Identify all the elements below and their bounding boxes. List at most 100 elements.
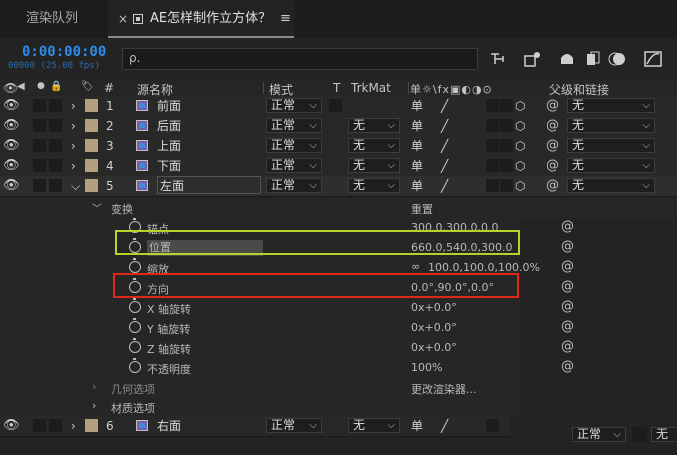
- layer-row-4[interactable]: 👁 › 4 下面 正常 ⌵ 无 ⌵ 单 ╱ ⬡ @ 无 ⌵: [0, 156, 677, 177]
- trkmat-dropdown[interactable]: 无 ⌵: [348, 178, 400, 193]
- 3d-layer-cube-icon[interactable]: ⬡: [515, 136, 525, 156]
- layer-row-5[interactable]: 👁 ⌵ 5 左面 正常 ⌵ 无 ⌵ 单 ╱ ⬡ @ 无 ⌵: [0, 176, 677, 197]
- quality-switch-icon[interactable]: ╱: [441, 96, 448, 116]
- solo-toggle[interactable]: [33, 119, 46, 132]
- material-expand-arrow[interactable]: ›: [92, 399, 96, 412]
- layer-name[interactable]: 后面: [157, 116, 181, 136]
- solo-toggle[interactable]: [33, 99, 46, 112]
- motion-blur-toggle[interactable]: [500, 99, 513, 112]
- visibility-eye-icon[interactable]: 👁: [3, 156, 20, 176]
- layer-name[interactable]: 下面: [157, 156, 181, 176]
- pick-whip-icon[interactable]: @: [546, 176, 559, 196]
- current-time-display[interactable]: 0:00:00:00: [22, 44, 106, 60]
- label-color-swatch[interactable]: [85, 119, 98, 132]
- toggle-switch-box[interactable]: [632, 427, 647, 442]
- transform-collapse-arrow[interactable]: ﹀: [92, 200, 102, 215]
- shy-switch-icon[interactable]: 单: [411, 176, 423, 196]
- lock-toggle[interactable]: [49, 139, 62, 152]
- blend-mode-dropdown[interactable]: 正常 ⌵: [266, 158, 322, 173]
- shy-layers-icon[interactable]: [561, 54, 573, 64]
- layer-row-2[interactable]: 👁 › 2 后面 正常 ⌵ 无 ⌵ 单 ╱ ⬡ @ 无 ⌵: [0, 116, 677, 137]
- solo-header-icon[interactable]: ●: [37, 81, 45, 91]
- expression-pickwhip-icon[interactable]: @: [561, 219, 574, 234]
- quality-switch-icon[interactable]: ╱: [441, 116, 448, 136]
- motion-blur-toggle[interactable]: [500, 119, 513, 132]
- lock-toggle[interactable]: [49, 179, 62, 192]
- pick-whip-icon[interactable]: @: [546, 96, 559, 116]
- label-color-swatch[interactable]: [85, 99, 98, 112]
- visibility-eye-icon[interactable]: 👁: [3, 116, 20, 136]
- trkmat-dropdown[interactable]: 无 ⌵: [348, 138, 400, 153]
- close-icon[interactable]: ×: [118, 0, 128, 38]
- change-renderer-link[interactable]: 更改渲染器...: [411, 381, 477, 397]
- shy-switch-icon[interactable]: 单: [411, 156, 423, 176]
- motion-blur-icon[interactable]: [608, 52, 625, 66]
- property-value[interactable]: 0x+0.0°: [411, 301, 457, 314]
- expand-arrow[interactable]: ›: [71, 156, 76, 176]
- 3d-layer-cube-icon[interactable]: ⬡: [515, 96, 525, 116]
- layer-name[interactable]: 左面: [157, 176, 261, 194]
- expression-pickwhip-icon[interactable]: @: [561, 259, 574, 274]
- draft-3d-icon[interactable]: [524, 52, 540, 67]
- motion-blur-toggle[interactable]: [500, 139, 513, 152]
- switches-header-icons[interactable]: 单☼\fx▣◐◑⊙: [410, 81, 493, 97]
- layer-row-6[interactable]: 👁 › 6 右面 正常 ⌵ 无 ⌵ 单 ╱: [0, 416, 510, 437]
- parent-dropdown[interactable]: 无 ⌵: [567, 178, 655, 193]
- constrain-proportions-link-icon[interactable]: ∞: [411, 260, 420, 273]
- blend-mode-dropdown[interactable]: 正常 ⌵: [266, 118, 322, 133]
- layer-name[interactable]: 上面: [157, 136, 181, 156]
- collapse-arrow[interactable]: ⌵: [71, 176, 80, 196]
- adjustment-layer-toggle[interactable]: [486, 179, 499, 192]
- 3d-layer-cube-icon[interactable]: ⬡: [515, 176, 525, 196]
- quality-switch-icon[interactable]: ╱: [441, 416, 448, 436]
- bottom-mode-dropdown[interactable]: 正常 ⌵: [572, 427, 626, 442]
- stopwatch-icon[interactable]: [129, 338, 141, 353]
- composition-flowchart-icon[interactable]: [491, 53, 504, 64]
- expression-pickwhip-icon[interactable]: @: [561, 359, 574, 374]
- shy-switch-icon[interactable]: 单: [411, 116, 423, 136]
- lock-toggle[interactable]: [49, 119, 62, 132]
- expression-pickwhip-icon[interactable]: @: [561, 299, 574, 314]
- adjustment-layer-toggle[interactable]: [486, 99, 499, 112]
- graph-editor-icon[interactable]: [644, 51, 662, 67]
- quality-switch-icon[interactable]: ╱: [441, 136, 448, 156]
- parent-dropdown[interactable]: 无 ⌵: [567, 158, 655, 173]
- audio-header-icon[interactable]: ◀: [17, 81, 25, 92]
- layer-search-input[interactable]: ρ.: [122, 48, 478, 70]
- adjustment-layer-toggle[interactable]: [486, 139, 499, 152]
- shy-switch-icon[interactable]: 单: [411, 96, 423, 116]
- blend-mode-dropdown[interactable]: 正常 ⌵: [266, 178, 322, 193]
- 3d-layer-cube-icon[interactable]: ⬡: [515, 156, 525, 176]
- stopwatch-icon[interactable]: [129, 258, 141, 273]
- parent-dropdown[interactable]: 无 ⌵: [567, 138, 655, 153]
- expand-arrow[interactable]: ›: [71, 416, 76, 436]
- label-color-swatch[interactable]: [85, 139, 98, 152]
- property-value[interactable]: 0x+0.0°: [411, 341, 457, 354]
- solo-toggle[interactable]: [33, 139, 46, 152]
- preserve-transparency-toggle[interactable]: [329, 99, 342, 112]
- parent-dropdown[interactable]: 无 ⌵: [567, 98, 655, 113]
- pick-whip-icon[interactable]: @: [546, 156, 559, 176]
- property-value[interactable]: 0x+0.0°: [411, 321, 457, 334]
- layer-name[interactable]: 右面: [157, 416, 181, 436]
- label-color-swatch[interactable]: [85, 179, 98, 192]
- tab-render-queue[interactable]: 渲染队列: [0, 0, 108, 38]
- expand-arrow[interactable]: ›: [71, 96, 76, 116]
- shy-switch-icon[interactable]: 单: [411, 136, 423, 156]
- label-header-icon[interactable]: 🏷: [81, 81, 94, 92]
- lock-toggle[interactable]: [49, 99, 62, 112]
- blend-mode-dropdown[interactable]: 正常 ⌵: [266, 138, 322, 153]
- parent-dropdown[interactable]: 无 ⌵: [567, 118, 655, 133]
- expression-pickwhip-icon[interactable]: @: [561, 279, 574, 294]
- solo-toggle[interactable]: [33, 159, 46, 172]
- trkmat-dropdown[interactable]: 无 ⌵: [348, 158, 400, 173]
- visibility-eye-icon[interactable]: 👁: [3, 96, 20, 116]
- eye-header-icon[interactable]: 👁: [3, 81, 18, 95]
- menu-icon[interactable]: ≡: [280, 0, 291, 38]
- trkmat-dropdown[interactable]: 无 ⌵: [348, 418, 400, 433]
- blend-mode-dropdown[interactable]: 正常 ⌵: [266, 418, 322, 433]
- stopwatch-icon[interactable]: [129, 298, 141, 313]
- bottom-parent-dropdown[interactable]: 无: [651, 427, 677, 442]
- adjustment-layer-toggle[interactable]: [486, 119, 499, 132]
- 3d-layer-cube-icon[interactable]: ⬡: [515, 116, 525, 136]
